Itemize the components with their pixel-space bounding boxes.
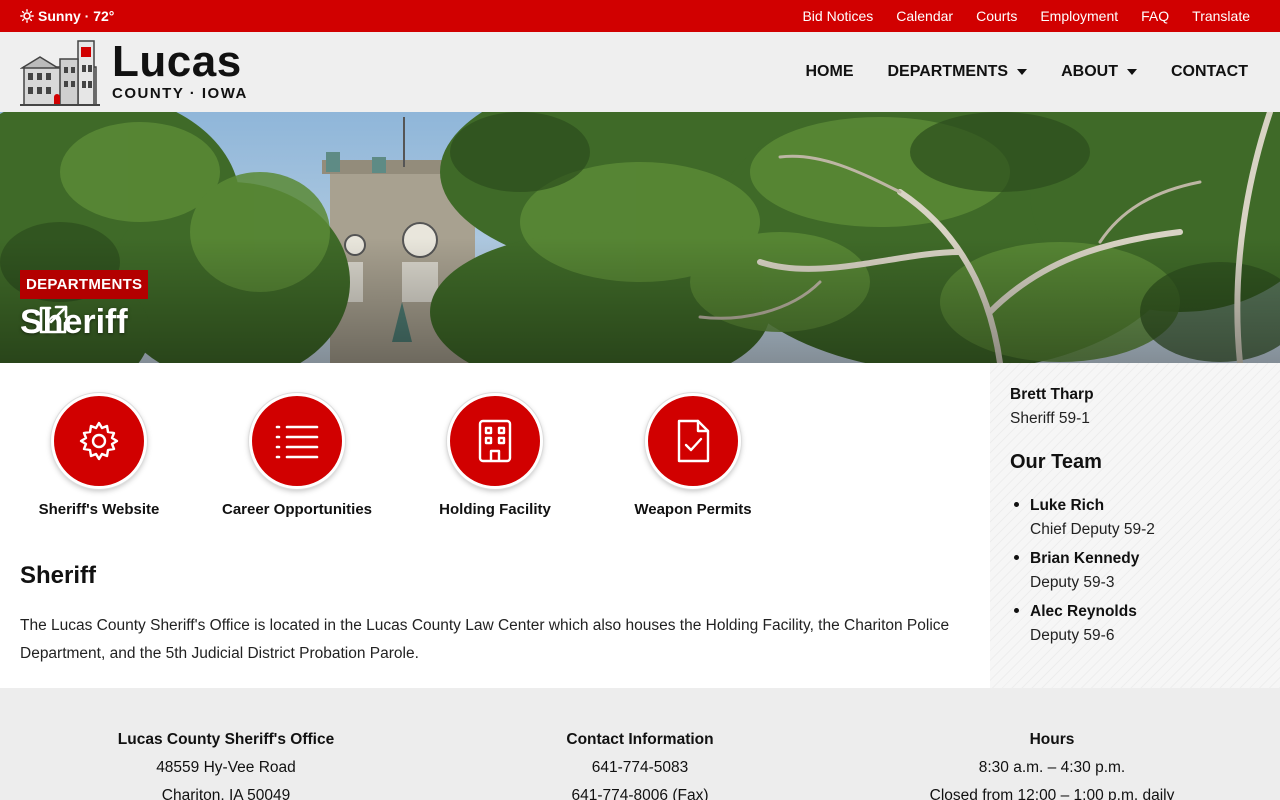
sheriff-name: Brett Tharp xyxy=(1010,386,1094,403)
logo-text: Lucas COUNTY · IOWA xyxy=(112,37,248,103)
team-member: Brian Kennedy Deputy 59-3 xyxy=(1010,547,1270,595)
info-footer: Lucas County Sheriff's Office 48559 Hy-V… xyxy=(0,688,1280,800)
document-check-icon xyxy=(677,419,710,463)
list-icon xyxy=(275,425,319,459)
link-translate[interactable]: Translate xyxy=(1192,8,1250,24)
quick-link-circle xyxy=(645,393,741,489)
hero-banner: DEPARTMENTS Sheriff xyxy=(0,112,1280,363)
link-calendar[interactable]: Calendar xyxy=(896,8,953,24)
site-header: Lucas COUNTY · IOWA HOME DEPARTMENTS ABO… xyxy=(0,32,1280,112)
hero-title-row: Sheriff xyxy=(20,303,128,342)
gear-icon xyxy=(79,421,119,461)
contact-phone[interactable]: 641-774-5083 xyxy=(490,754,790,782)
contact-fax: 641-774-8006 (Fax) xyxy=(571,787,709,800)
quick-link-weapon-permits[interactable]: Weapon Permits xyxy=(593,393,793,518)
site-logo[interactable]: Lucas COUNTY · IOWA xyxy=(20,37,248,107)
utility-nav: Bid Notices Calendar Courts Employment F… xyxy=(779,0,1250,32)
quick-link-circle xyxy=(51,393,147,489)
hours-heading: Hours xyxy=(1029,731,1075,748)
office-city: Chariton, IA 50049 xyxy=(161,787,291,800)
logo-subtitle: COUNTY · IOWA xyxy=(112,85,248,102)
utility-bar: Sunny · 72° Bid Notices Calendar Courts … xyxy=(0,0,1280,32)
link-employment[interactable]: Employment xyxy=(1040,8,1118,24)
building-icon xyxy=(478,419,512,463)
office-address-block: Lucas County Sheriff's Office 48559 Hy-V… xyxy=(76,726,376,800)
contact-heading: Contact Information xyxy=(566,731,714,748)
team-member: Alec Reynolds Deputy 59-6 xyxy=(1010,600,1270,648)
quick-link-label: Holding Facility xyxy=(439,501,551,518)
quick-link-circle xyxy=(447,393,543,489)
member-name: Luke Rich xyxy=(1030,497,1105,514)
quick-link-label: Career Opportunities xyxy=(221,501,373,518)
nav-about-label: ABOUT xyxy=(1061,63,1118,80)
courthouse-logo-icon xyxy=(20,40,100,106)
contact-info-block: Contact Information 641-774-5083 641-774… xyxy=(490,726,790,800)
quick-link-circle xyxy=(249,393,345,489)
member-role: Chief Deputy 59-2 xyxy=(1030,521,1155,538)
member-role: Deputy 59-6 xyxy=(1030,627,1115,644)
quick-link-label: Weapon Permits xyxy=(634,501,752,518)
member-name: Brian Kennedy xyxy=(1030,550,1140,567)
sun-icon xyxy=(20,9,34,23)
quick-link-career-opportunities[interactable]: Career Opportunities xyxy=(197,393,397,518)
quick-link-sheriffs-website[interactable]: Sheriff's Website xyxy=(0,393,199,518)
section-body: The Lucas County Sheriff's Office is loc… xyxy=(20,617,950,662)
link-bid-notices[interactable]: Bid Notices xyxy=(802,8,873,24)
office-street: 48559 Hy-Vee Road xyxy=(156,759,296,776)
office-heading: Lucas County Sheriff's Office xyxy=(117,731,335,748)
nav-home-label: HOME xyxy=(805,63,854,80)
external-link-icon[interactable] xyxy=(36,303,70,337)
sheriff-role: Sheriff 59-1 xyxy=(1010,410,1090,427)
hero-background-image xyxy=(0,112,1280,363)
nav-contact-label: CONTACT xyxy=(1170,63,1248,80)
section-title: Sheriff xyxy=(20,562,97,589)
nav-departments[interactable]: DEPARTMENTS xyxy=(887,63,1028,81)
member-role: Deputy 59-3 xyxy=(1030,574,1115,591)
nav-home[interactable]: HOME xyxy=(805,63,853,81)
link-courts[interactable]: Courts xyxy=(976,8,1017,24)
hours-closed: Closed from 12:00 – 1:00 p.m. daily xyxy=(929,787,1175,800)
hours-block: Hours 8:30 a.m. – 4:30 p.m. Closed from … xyxy=(892,726,1212,800)
staff-sidebar: Brett Tharp Sheriff 59-1 Our Team Luke R… xyxy=(990,363,1280,688)
nav-about[interactable]: ABOUT xyxy=(1061,63,1137,81)
logo-name: Lucas xyxy=(112,37,242,86)
quick-link-holding-facility[interactable]: Holding Facility xyxy=(395,393,595,518)
quick-link-label: Sheriff's Website xyxy=(38,501,160,518)
team-heading: Our Team xyxy=(1010,451,1102,473)
quick-links: Sheriff's Website Career Opportunities H… xyxy=(0,363,990,533)
caret-down-icon xyxy=(1017,69,1028,75)
team-member: Luke Rich Chief Deputy 59-2 xyxy=(1010,494,1270,542)
weather-widget: Sunny · 72° xyxy=(20,0,114,32)
hours-open: 8:30 a.m. – 4:30 p.m. xyxy=(978,759,1126,776)
nav-departments-label: DEPARTMENTS xyxy=(887,63,1009,80)
member-name: Alec Reynolds xyxy=(1030,603,1137,620)
nav-contact[interactable]: CONTACT xyxy=(1171,63,1248,81)
weather-text: Sunny · 72° xyxy=(38,8,115,24)
category-badge[interactable]: DEPARTMENTS xyxy=(20,270,149,299)
link-faq[interactable]: FAQ xyxy=(1141,8,1169,24)
main-nav: HOME DEPARTMENTS ABOUT CONTACT xyxy=(771,32,1248,112)
team-list: Luke Rich Chief Deputy 59-2 Brian Kenned… xyxy=(1010,494,1270,653)
caret-down-icon xyxy=(1126,69,1137,75)
